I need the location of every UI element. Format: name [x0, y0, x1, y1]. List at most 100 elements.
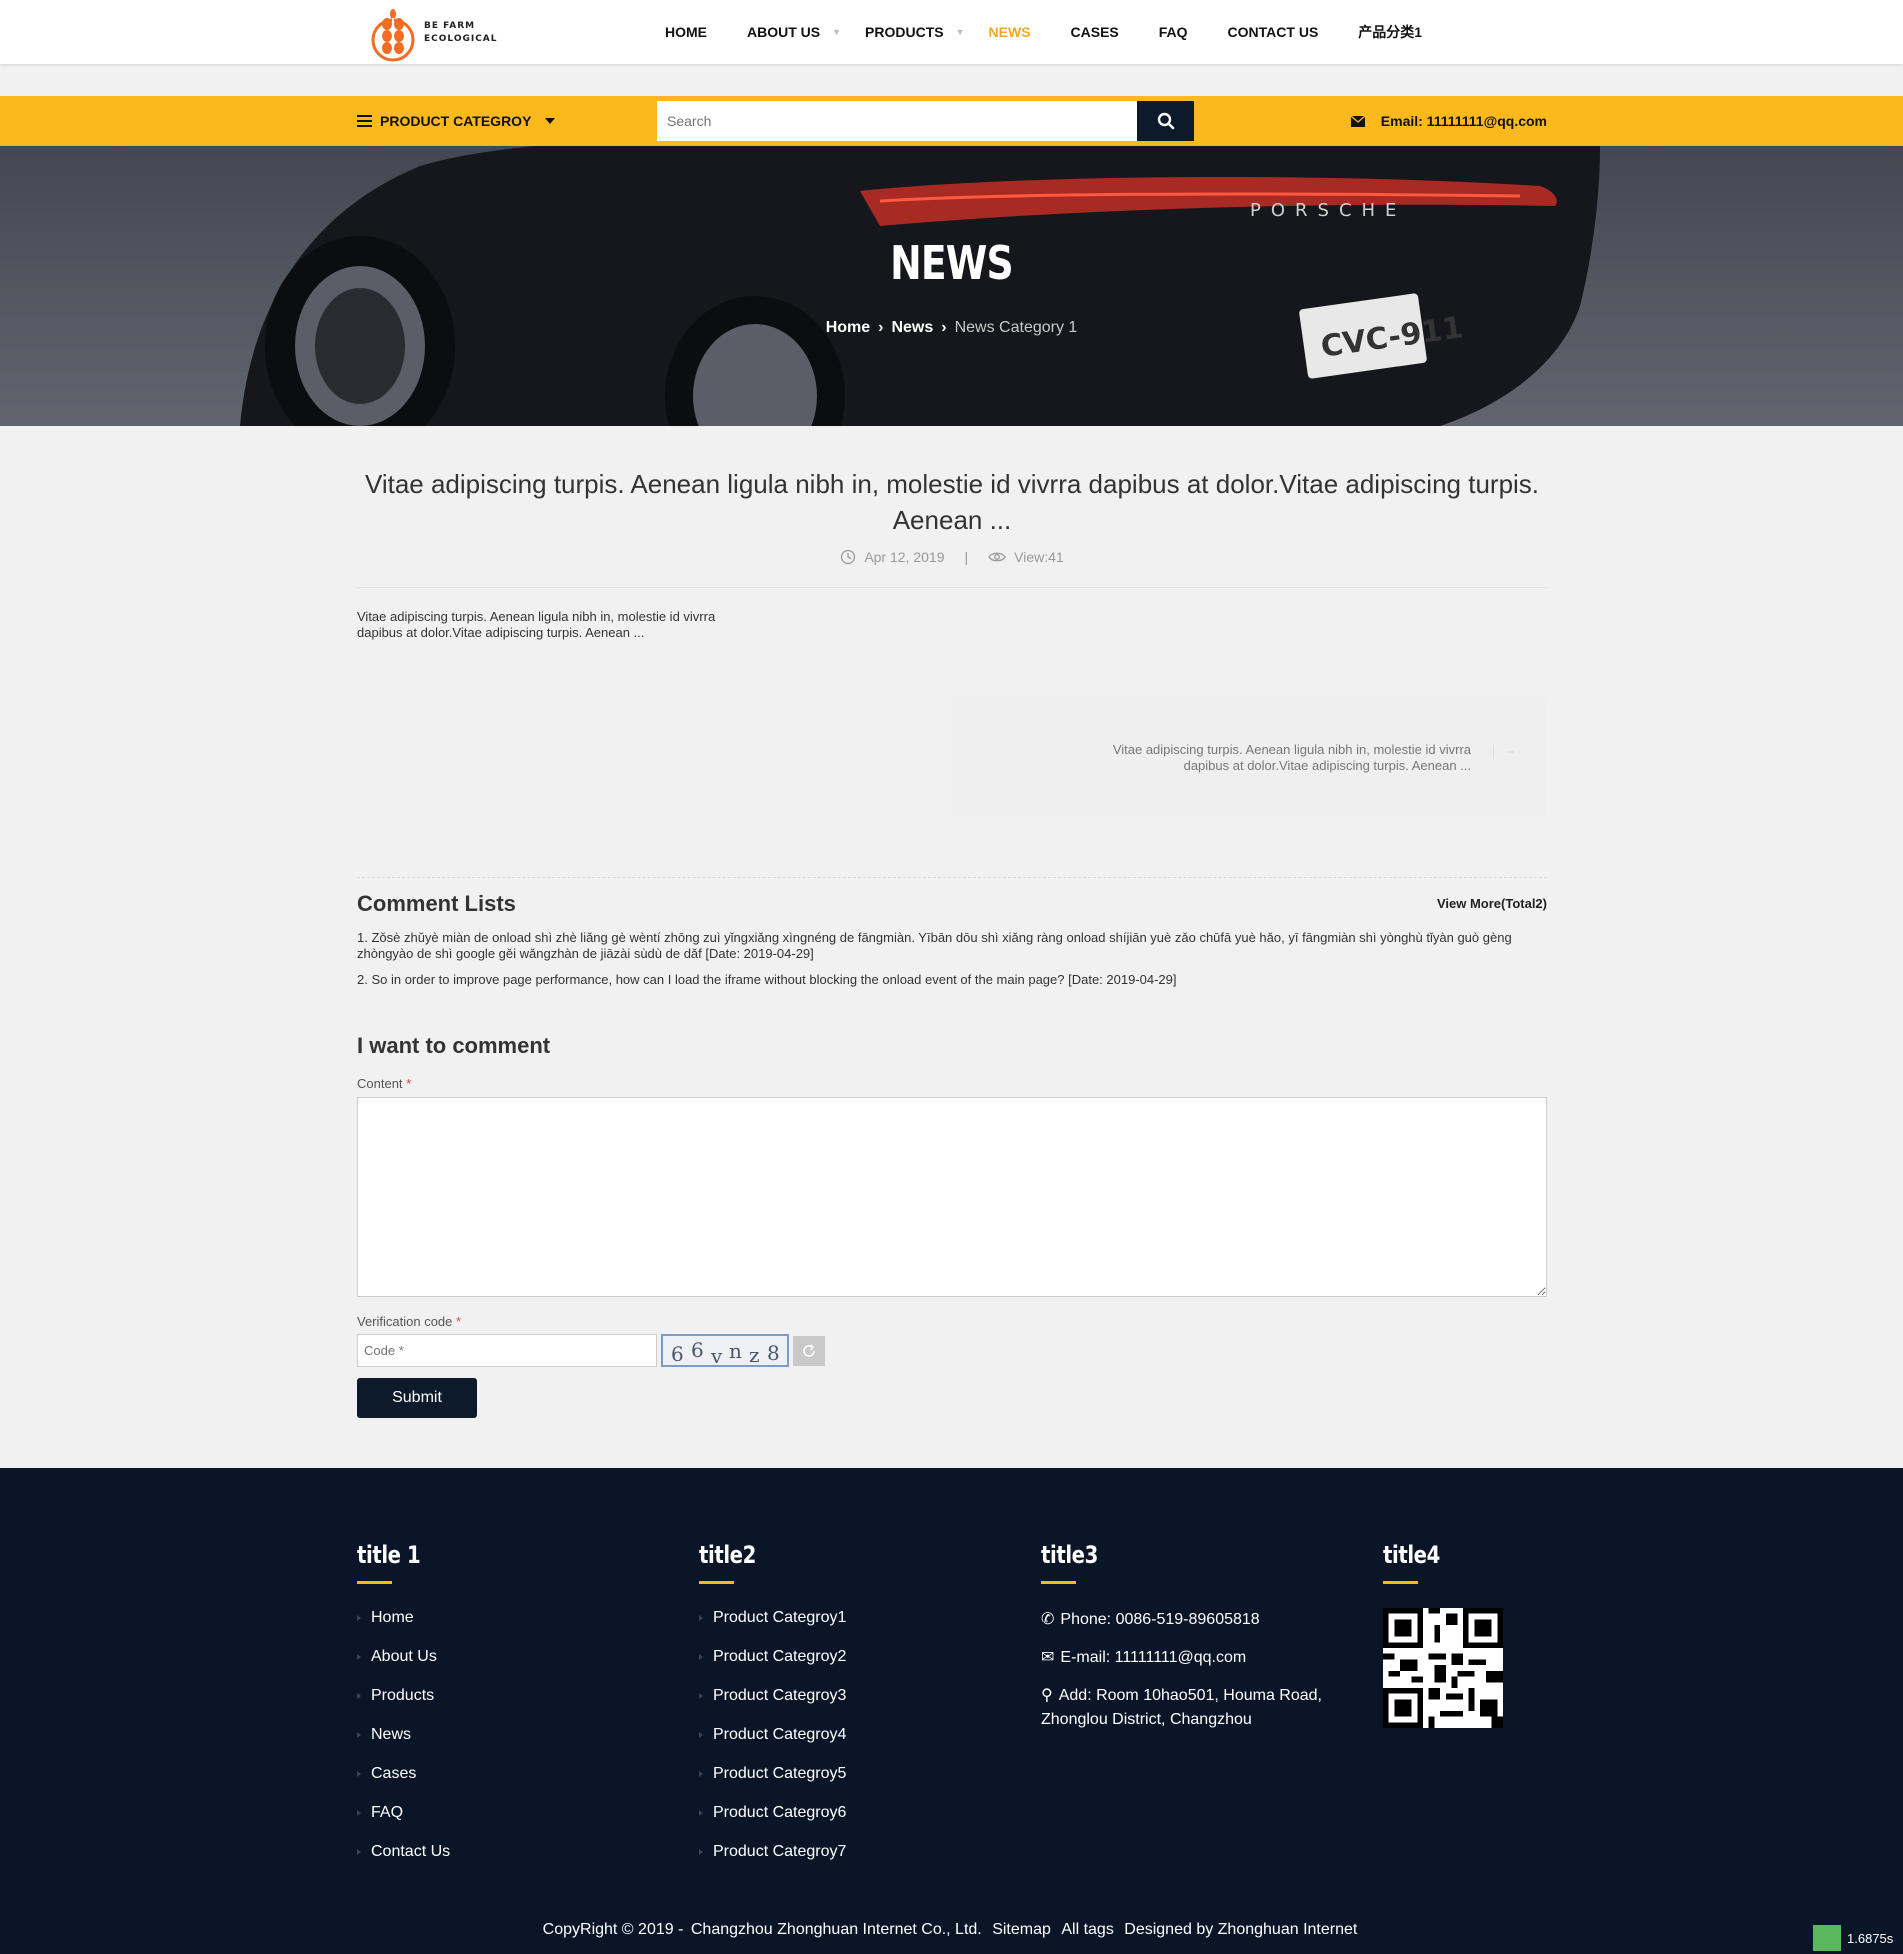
refresh-captcha-button[interactable]	[793, 1336, 825, 1366]
eye-icon	[988, 552, 1006, 562]
nav-products[interactable]: PRODUCTS ▼	[865, 24, 964, 40]
refresh-icon	[803, 1344, 815, 1357]
view-more-comments-link[interactable]: View More(Total2)	[1437, 896, 1547, 911]
nav-category-cn[interactable]: 产品分类1	[1358, 22, 1422, 42]
captcha-char: z	[749, 1343, 760, 1367]
chevron-right-icon: ›	[878, 319, 884, 336]
footer-link-label: Products	[371, 1687, 435, 1704]
footer-link-faq[interactable]: FAQ	[357, 1803, 450, 1822]
footer-link-category[interactable]: Product Categroy4	[699, 1725, 846, 1744]
footer-link-category[interactable]: Product Categroy2	[699, 1647, 846, 1666]
header-email[interactable]: Email: 11111111@qq.com	[1350, 96, 1547, 146]
nav-products-label: PRODUCTS	[865, 24, 944, 40]
content-label: Content *	[357, 1076, 411, 1091]
nav-home-label: HOME	[665, 24, 707, 40]
search-button[interactable]	[1137, 101, 1194, 141]
footer-link-label: Product Categroy5	[713, 1765, 847, 1782]
page-title: NEWS	[890, 236, 1014, 290]
bullet-icon	[357, 1692, 361, 1699]
logo-line-1: BE FARM	[424, 21, 476, 31]
nav-cases[interactable]: CASES	[1071, 24, 1119, 40]
footer-link-label: About Us	[371, 1648, 437, 1665]
footer-phone-text: Phone: 0086-519-89605818	[1060, 1611, 1260, 1628]
bullet-icon	[699, 1809, 703, 1816]
footer-email[interactable]: ✉ E-mail: 11111111@qq.com	[1041, 1646, 1341, 1670]
verification-code-input[interactable]	[357, 1334, 657, 1367]
next-article-link[interactable]: Vitae adipiscing turpis. Aenean ligula n…	[952, 697, 1547, 817]
verification-code-label-text: Verification code	[357, 1314, 453, 1329]
search-input[interactable]	[657, 101, 1137, 141]
bullet-icon	[357, 1848, 361, 1855]
all-tags-link[interactable]: All tags	[1061, 1921, 1113, 1938]
footer-col-4: title4	[1383, 1541, 1503, 1733]
footer-link-category[interactable]: Product Categroy3	[699, 1686, 846, 1705]
submit-button[interactable]: Submit	[357, 1378, 477, 1418]
footer-link-products[interactable]: Products	[357, 1686, 450, 1705]
company-link[interactable]: Changzhou Zhonghuan Internet Co., Ltd.	[691, 1921, 982, 1938]
search-icon	[1157, 112, 1174, 130]
footer-address: ⚲ Add: Room 10hao501, Houma Road, Zhonglo…	[1041, 1684, 1341, 1732]
bullet-icon	[357, 1653, 361, 1660]
load-timer-badge: 1.6875s	[1807, 1922, 1903, 1954]
product-category-label: PRODUCT CATEGROY	[380, 113, 532, 129]
logo[interactable]: BE FARM ECOLOGICAL	[370, 2, 510, 86]
comment-list-title: Comment Lists	[357, 891, 516, 916]
nav-about-us[interactable]: ABOUT US ▼	[747, 24, 841, 40]
captcha-image[interactable]: 6 6 v n z 8	[661, 1334, 789, 1367]
footer-link-category[interactable]: Product Categroy1	[699, 1608, 846, 1627]
bullet-icon	[699, 1848, 703, 1855]
bullet-icon	[357, 1809, 361, 1816]
load-time-text: 1.6875s	[1847, 1930, 1894, 1946]
breadcrumb-current[interactable]: News Category 1	[955, 319, 1078, 336]
nav-news[interactable]: NEWS	[989, 24, 1031, 40]
bullet-icon	[699, 1692, 703, 1699]
breadcrumb: Home › News › News Category 1	[0, 319, 1903, 337]
designer-link[interactable]: Designed by Zhonghuan Internet	[1124, 1921, 1357, 1938]
footer-col-1: title 1 Home About Us Products News Case…	[357, 1541, 450, 1881]
comment-content-textarea[interactable]	[357, 1097, 1547, 1297]
main-nav: HOME ABOUT US ▼ PRODUCTS ▼ NEWS CASES FAQ …	[665, 0, 1462, 64]
logo-text: BE FARM ECOLOGICAL	[424, 20, 498, 46]
page-banner: CVC-911 PORSCHE NEWS Home › News › News Cate…	[0, 146, 1903, 426]
footer-link-home[interactable]: Home	[357, 1608, 450, 1627]
nav-about-label: ABOUT US	[747, 24, 821, 40]
sitemap-link[interactable]: Sitemap	[992, 1921, 1051, 1938]
nav-faq[interactable]: FAQ	[1159, 24, 1188, 40]
captcha-char: 6	[671, 1342, 684, 1366]
caret-down-icon	[545, 118, 556, 124]
copyright-text: CopyRight © 2019 -	[542, 1921, 684, 1938]
breadcrumb-news[interactable]: News	[891, 319, 933, 336]
title-underline	[699, 1581, 734, 1584]
footer-link-label: Home	[371, 1609, 414, 1626]
bullet-icon	[699, 1653, 703, 1660]
breadcrumb-home[interactable]: Home	[826, 319, 870, 336]
title-underline	[357, 1581, 392, 1584]
footer-col-title: title3	[1041, 1541, 1098, 1569]
chevron-right-icon: ›	[941, 319, 947, 336]
captcha-char: v	[711, 1344, 723, 1367]
footer-phone: ✆ Phone: 0086-519-89605818	[1041, 1608, 1341, 1632]
footer-link-label: News	[371, 1726, 412, 1743]
clock-icon	[841, 549, 856, 565]
footer-address-text: Add: Room 10hao501, Houma Road, Zhonglou…	[1041, 1687, 1322, 1728]
footer-link-contact[interactable]: Contact Us	[357, 1842, 450, 1861]
nav-cases-label: CASES	[1070, 24, 1119, 40]
footer-col-title: title2	[699, 1541, 756, 1569]
footer-link-news[interactable]: News	[357, 1725, 450, 1744]
footer-link-cases[interactable]: Cases	[357, 1764, 450, 1783]
comment-item: 1. Zǒsè zhǔyè miàn de onload shì zhè liǎ…	[357, 930, 1512, 961]
footer-link-label: Cases	[371, 1765, 417, 1782]
footer-link-about[interactable]: About Us	[357, 1647, 450, 1666]
nav-home[interactable]: HOME	[665, 24, 707, 40]
footer-link-category[interactable]: Product Categroy5	[699, 1764, 846, 1783]
article-title: Vitae adipiscing turpis. Aenean ligula n…	[364, 469, 1540, 535]
footer-link-category[interactable]: Product Categroy6	[699, 1803, 846, 1822]
nav-category-cn-label: 产品分类1	[1358, 24, 1423, 40]
bullet-icon	[699, 1614, 703, 1621]
product-category-dropdown[interactable]: PRODUCT CATEGROY	[357, 96, 556, 146]
article-body: Vitae adipiscing turpis. Aenean ligula n…	[357, 609, 716, 640]
nav-contact-us[interactable]: CONTACT US	[1228, 24, 1319, 40]
nav-faq-label: FAQ	[1158, 24, 1188, 40]
footer-link-category[interactable]: Product Categroy7	[699, 1842, 846, 1861]
menu-icon	[357, 115, 372, 127]
